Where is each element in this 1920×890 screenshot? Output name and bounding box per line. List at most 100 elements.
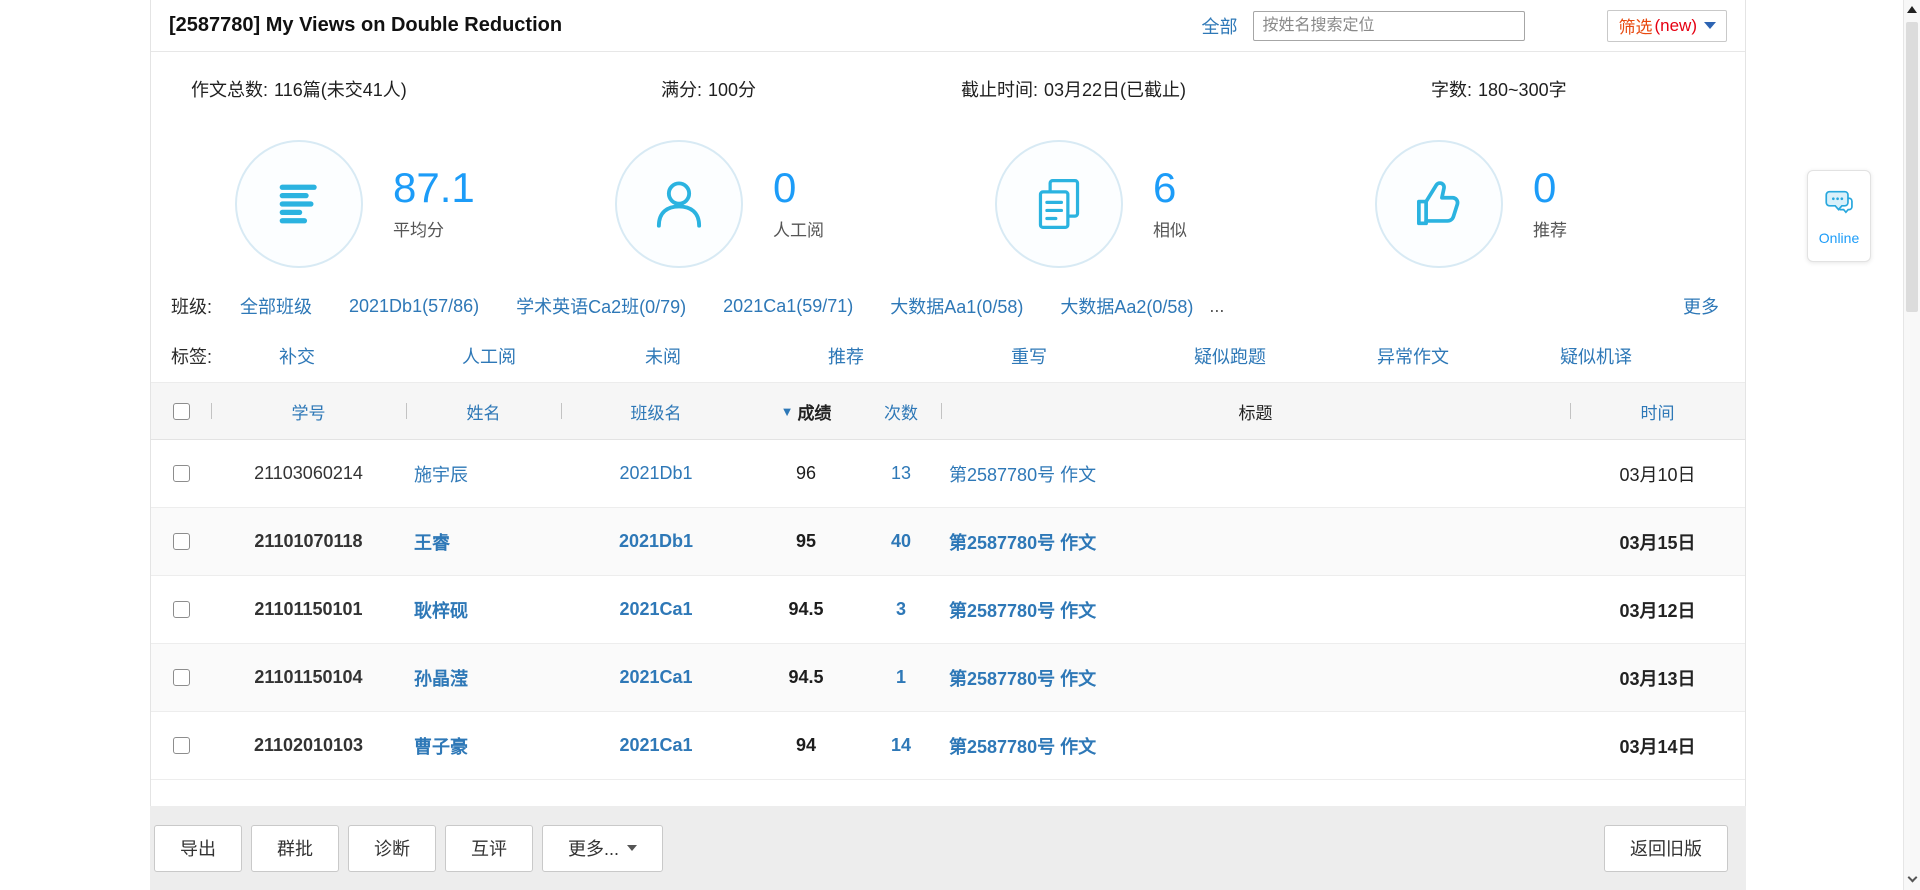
student-id: 21102010103 [211, 712, 406, 779]
tag-filter-link[interactable]: 异常作文 [1377, 343, 1560, 369]
tag-filter-link[interactable]: 推荐 [828, 343, 1011, 369]
col-header-score[interactable]: ▼ 成绩 [751, 383, 861, 439]
toolbar-buttons: 导出群批诊断互评 [154, 825, 533, 872]
more-button[interactable]: 更多... [542, 825, 663, 872]
row-checkbox[interactable] [173, 669, 190, 686]
class-filter-link[interactable]: 2021Ca1(59/71) [723, 296, 853, 317]
main-panel: [2587780] My Views on Double Reduction 全… [150, 0, 1746, 806]
back-to-old-version-button[interactable]: 返回旧版 [1604, 825, 1728, 872]
scroll-up-button[interactable] [1904, 0, 1920, 18]
tag-filter-link[interactable]: 疑似机译 [1560, 343, 1743, 369]
student-name-link[interactable]: 施宇辰 [414, 461, 468, 487]
col-header-time[interactable]: 时间 [1570, 383, 1745, 439]
class-filter-link[interactable]: 2021Db1(57/86) [349, 296, 479, 317]
student-name-link[interactable]: 曹子豪 [414, 733, 468, 759]
sort-desc-icon: ▼ [781, 404, 794, 419]
student-name-link[interactable]: 孙晶滢 [414, 665, 468, 691]
toolbar-button[interactable]: 群批 [251, 825, 339, 872]
stat-text: 6相似 [1153, 167, 1187, 241]
student-id: 21101150101 [211, 576, 406, 643]
summary-item: 截止时间:03月22日(已截止) [961, 76, 1431, 102]
summary-label: 满分: [661, 80, 702, 100]
score: 94.5 [751, 576, 861, 643]
online-support-widget[interactable]: Online [1807, 170, 1871, 262]
times-cell: 3 [861, 576, 941, 643]
checkbox-icon[interactable] [173, 403, 190, 420]
times-link[interactable]: 3 [896, 599, 906, 620]
row-checkbox[interactable] [173, 533, 190, 550]
stat-block: 0推荐 [1375, 140, 1755, 268]
class-link[interactable]: 2021Db1 [619, 531, 693, 552]
filter-button[interactable]: 筛选 (new) [1607, 10, 1727, 42]
table-row: 21103060214施宇辰2021Db19613第2587780号 作文03月… [151, 440, 1745, 508]
times-link[interactable]: 14 [891, 735, 911, 756]
summary-item: 字数:180~300字 [1431, 76, 1745, 102]
toolbar-button[interactable]: 互评 [445, 825, 533, 872]
class-filter-link[interactable]: 全部班级 [240, 293, 312, 319]
col-header-class[interactable]: 班级名 [561, 383, 751, 439]
thumbs-up-icon [1375, 140, 1503, 268]
col-header-times[interactable]: 次数 [861, 383, 941, 439]
class-cell: 2021Ca1 [561, 576, 751, 643]
times-link[interactable]: 13 [891, 463, 911, 484]
essay-title-link[interactable]: 第2587780号 作文 [949, 733, 1096, 759]
student-name-cell: 孙晶滢 [406, 644, 561, 711]
search-input[interactable] [1253, 11, 1525, 41]
class-link[interactable]: 2021Db1 [619, 463, 692, 484]
times-link[interactable]: 40 [891, 531, 911, 552]
top-bar-actions: 全部 筛选 (new) [1201, 10, 1727, 42]
summary-item: 作文总数:116篇(未交41人) [191, 76, 661, 102]
summary-label: 作文总数: [191, 80, 268, 100]
row-checkbox[interactable] [173, 737, 190, 754]
class-filter-link[interactable]: 学术英语Ca2班(0/79) [516, 293, 686, 319]
row-checkbox[interactable] [173, 601, 190, 618]
toolbar-button[interactable]: 诊断 [348, 825, 436, 872]
tag-filter-row: 标签: 补交人工阅未阅推荐重写疑似跑题异常作文疑似机译 [151, 330, 1745, 382]
submit-date: 03月10日 [1570, 440, 1745, 507]
essay-title-link[interactable]: 第2587780号 作文 [949, 665, 1096, 691]
toolbar-button[interactable]: 导出 [154, 825, 242, 872]
vertical-scrollbar[interactable] [1903, 0, 1920, 890]
row-checkbox[interactable] [173, 465, 190, 482]
student-name-link[interactable]: 王睿 [414, 529, 450, 555]
more-classes-link[interactable]: 更多 [1683, 293, 1719, 319]
select-all-checkbox[interactable] [151, 383, 211, 439]
stat-label: 相似 [1153, 216, 1187, 241]
class-link[interactable]: 2021Ca1 [619, 599, 692, 620]
chevron-down-icon [627, 845, 637, 851]
row-checkbox-cell [151, 440, 211, 507]
tag-filter-link[interactable]: 疑似跑题 [1194, 343, 1377, 369]
stat-text: 0推荐 [1533, 167, 1567, 241]
student-id: 21101150104 [211, 644, 406, 711]
scrollbar-thumb[interactable] [1906, 22, 1918, 312]
class-filter-link[interactable]: 大数据Aa1(0/58) [890, 293, 1023, 319]
tag-filter-link[interactable]: 补交 [279, 343, 462, 369]
col-header-student-id[interactable]: 学号 [211, 383, 406, 439]
table-row: 21101150104孙晶滢2021Ca194.51第2587780号 作文03… [151, 644, 1745, 712]
class-filter-link[interactable]: 大数据Aa2(0/58) [1060, 293, 1193, 319]
stat-label: 人工阅 [773, 216, 824, 241]
essay-title-link[interactable]: 第2587780号 作文 [949, 597, 1096, 623]
stat-value: 0 [1533, 167, 1567, 209]
times-link[interactable]: 1 [896, 667, 906, 688]
tag-filter-link[interactable]: 人工阅 [462, 343, 645, 369]
stat-text: 87.1平均分 [393, 167, 475, 241]
class-link[interactable]: 2021Ca1 [619, 735, 692, 756]
tag-filter-link[interactable]: 重写 [1011, 343, 1194, 369]
essay-title-link[interactable]: 第2587780号 作文 [949, 461, 1096, 487]
person-icon [615, 140, 743, 268]
tag-filter-link[interactable]: 未阅 [645, 343, 828, 369]
class-filter-row: 班级: 全部班级2021Db1(57/86)学术英语Ca2班(0/79)2021… [151, 282, 1745, 330]
student-name-link[interactable]: 耿梓砚 [414, 597, 468, 623]
chevron-down-icon [1704, 22, 1716, 29]
col-header-title[interactable]: 标题 [941, 383, 1570, 439]
student-name-cell: 施宇辰 [406, 440, 561, 507]
class-link[interactable]: 2021Ca1 [619, 667, 692, 688]
col-header-name[interactable]: 姓名 [406, 383, 561, 439]
essay-title-link[interactable]: 第2587780号 作文 [949, 529, 1096, 555]
scroll-down-button[interactable] [1904, 870, 1920, 888]
all-link[interactable]: 全部 [1201, 13, 1237, 39]
stat-block: 0 人工阅 [615, 140, 995, 268]
stat-value: 0 [773, 167, 824, 209]
summary-value: 100分 [708, 80, 756, 100]
